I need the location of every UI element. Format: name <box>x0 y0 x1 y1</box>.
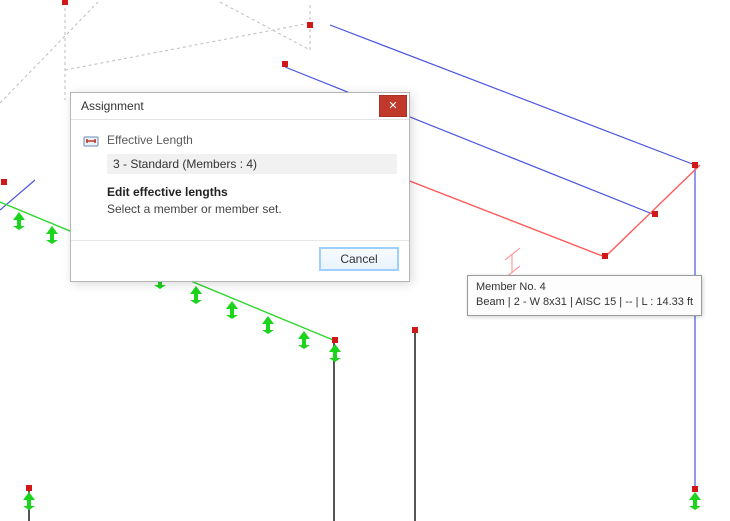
support-glyph <box>294 329 314 349</box>
section-glyph <box>505 248 520 278</box>
node[interactable] <box>692 162 698 168</box>
node[interactable] <box>307 22 313 28</box>
close-icon: ✕ <box>388 101 397 112</box>
node[interactable] <box>412 327 418 333</box>
dialog-titlebar[interactable]: Assignment ✕ <box>71 93 409 120</box>
cancel-button[interactable]: Cancel <box>319 247 399 271</box>
node[interactable] <box>1 179 7 185</box>
section-title: Effective Length <box>107 133 193 147</box>
standard-item-label: 3 - Standard (Members : 4) <box>113 157 257 171</box>
tooltip-title: Member No. 4 <box>476 280 693 295</box>
dialog-body: Effective Length 3 - Standard (Members :… <box>71 120 409 234</box>
model-viewport[interactable]: Member No. 4 Beam | 2 - W 8x31 | AISC 15… <box>0 0 730 521</box>
instruction-bold: Edit effective lengths <box>107 184 397 201</box>
support-glyph <box>222 299 242 319</box>
effective-length-section: Effective Length 3 - Standard (Members :… <box>83 130 397 218</box>
support-glyph <box>325 342 345 362</box>
node[interactable] <box>602 253 608 259</box>
construction-lines <box>0 2 310 103</box>
support-glyph <box>258 314 278 334</box>
dialog-title: Assignment <box>81 99 144 113</box>
node[interactable] <box>652 211 658 217</box>
node[interactable] <box>282 61 288 67</box>
support-glyph <box>19 490 39 510</box>
support-glyph <box>685 490 705 510</box>
support-glyph <box>42 224 62 244</box>
effective-length-icon <box>83 132 99 148</box>
assignment-dialog: Assignment ✕ Effective Length 3 - Standa… <box>70 92 410 282</box>
dialog-buttons: Cancel <box>71 240 409 281</box>
standard-item[interactable]: 3 - Standard (Members : 4) <box>107 154 397 174</box>
support-glyph <box>9 210 29 230</box>
tooltip-details: Beam | 2 - W 8x31 | AISC 15 | -- | L : 1… <box>476 295 693 310</box>
close-button[interactable]: ✕ <box>379 95 407 117</box>
support-glyph <box>186 284 206 304</box>
member-tooltip: Member No. 4 Beam | 2 - W 8x31 | AISC 15… <box>467 275 702 316</box>
node[interactable] <box>62 0 68 5</box>
instruction-text: Edit effective lengths Select a member o… <box>107 184 397 218</box>
instruction-sub: Select a member or member set. <box>107 201 397 218</box>
column-lines[interactable] <box>29 330 415 521</box>
